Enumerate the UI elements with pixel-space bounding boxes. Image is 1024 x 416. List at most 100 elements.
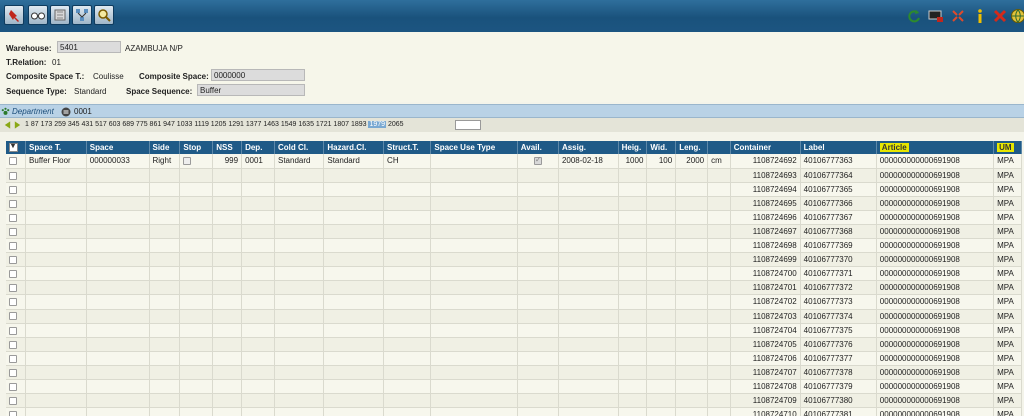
row-checkbox[interactable]	[6, 365, 27, 381]
row-checkbox[interactable]	[6, 266, 27, 282]
table-row[interactable]: 1108724694 40106777365 000000000000691908 M…	[6, 182, 1022, 197]
col-hazard-cl[interactable]: Hazard.Cl.	[323, 141, 385, 154]
page-list[interactable]: 1 87 173 259 345 431 517 603 689 775 861…	[25, 121, 404, 128]
cell-um: MPA	[993, 309, 1022, 324]
col-space-t[interactable]: Space T.	[25, 141, 87, 154]
table-row[interactable]: 1108724705 40106777376 000000000000691908 M…	[6, 337, 1022, 352]
col-container[interactable]: Container	[730, 141, 801, 154]
table-row[interactable]: 1108724708 40106777379 000000000000691908 M…	[6, 379, 1022, 395]
cell-label: 40106777379	[800, 379, 877, 395]
col-stop[interactable]: Stop	[179, 141, 214, 154]
current-page[interactable]: 1979	[368, 121, 387, 128]
table-row[interactable]: 1108724703 40106777374 000000000000691908 M…	[6, 309, 1022, 324]
select-all-checkbox[interactable]	[6, 141, 27, 154]
row-checkbox[interactable]	[6, 294, 27, 310]
table-row[interactable]: Buffer Floor 000000033 Right 999 0001 Standar…	[6, 154, 1022, 169]
table-row[interactable]: 1108724696 40106777367 000000000000691908 M…	[6, 210, 1022, 225]
table-row[interactable]: 1108724704 40106777375 000000000000691908 M…	[6, 323, 1022, 338]
composite-space-t-label: Composite Space T.:	[6, 72, 85, 81]
col-struct-t[interactable]: Struct.T.	[383, 141, 432, 154]
magnifier-icon[interactable]	[94, 5, 114, 25]
table-row[interactable]: 1108724700 40106777371 000000000000691908 M…	[6, 266, 1022, 282]
cell-space	[86, 309, 150, 324]
col-um[interactable]: UM	[993, 141, 1022, 154]
row-checkbox[interactable]	[6, 168, 27, 183]
col-nss[interactable]: NSS	[212, 141, 243, 154]
table-row[interactable]: 1108724695 40106777366 000000000000691908 M…	[6, 196, 1022, 211]
row-checkbox[interactable]	[6, 351, 27, 366]
row-checkbox[interactable]	[6, 196, 27, 211]
table-row[interactable]: 1108724693 40106777364 000000000000691908 M…	[6, 168, 1022, 183]
page-links-after[interactable]: 2065	[388, 121, 404, 128]
row-checkbox[interactable]	[6, 393, 27, 409]
cell-heig	[618, 294, 648, 310]
row-checkbox[interactable]	[6, 238, 27, 254]
glasses-icon[interactable]	[28, 5, 48, 25]
table-row[interactable]: 1108724697 40106777368 000000000000691908 M…	[6, 224, 1022, 240]
row-checkbox[interactable]	[6, 323, 27, 338]
table-row[interactable]: 1108724709 40106777380 000000000000691908 M…	[6, 393, 1022, 409]
col-leng[interactable]: Leng.	[675, 141, 709, 154]
col-heig[interactable]: Heig.	[618, 141, 648, 154]
table-row[interactable]: 1108724706 40106777377 000000000000691908 M…	[6, 351, 1022, 366]
page-jump-input[interactable]	[455, 120, 481, 130]
info-icon[interactable]	[970, 6, 990, 26]
row-checkbox[interactable]	[6, 309, 27, 324]
cell-wid	[646, 294, 677, 310]
table-row[interactable]: 1108724702 40106777373 000000000000691908 M…	[6, 294, 1022, 310]
col-dep[interactable]: Dep.	[241, 141, 275, 154]
cell-leng	[675, 407, 709, 416]
globe-icon[interactable]	[1008, 6, 1024, 26]
table-row[interactable]: 1108724698 40106777369 000000000000691908 M…	[6, 238, 1022, 254]
page-links-before[interactable]: 1 87 173 259 345 431 517 603 689 775 861…	[25, 121, 367, 128]
warehouse-field[interactable]: 5401	[57, 41, 121, 53]
cell-avail[interactable]	[517, 154, 559, 169]
row-checkbox[interactable]	[6, 280, 27, 296]
cell-hazard-cl: Standard	[323, 154, 385, 169]
col-article[interactable]: Article	[876, 141, 995, 154]
cell-space	[86, 294, 150, 310]
table-row[interactable]: 1108724699 40106777370 000000000000691908 M…	[6, 252, 1022, 268]
row-checkbox[interactable]	[6, 154, 27, 169]
composite-space-field[interactable]: 0000000	[211, 69, 305, 81]
network-icon[interactable]	[72, 5, 92, 25]
prev-page-icon[interactable]	[3, 120, 12, 132]
monitor-icon[interactable]	[926, 6, 946, 26]
cell-um: MPA	[993, 168, 1022, 183]
cell-stop[interactable]	[179, 154, 214, 169]
pin-icon[interactable]	[4, 5, 24, 25]
row-checkbox[interactable]	[6, 379, 27, 395]
department-toggle-icon[interactable]	[61, 107, 71, 117]
row-checkbox[interactable]	[6, 337, 27, 352]
cell-container: 1108724695	[730, 196, 801, 211]
expand-icon[interactable]	[948, 6, 968, 26]
cell-space-t	[25, 323, 87, 338]
row-checkbox[interactable]	[6, 252, 27, 268]
col-wid[interactable]: Wid.	[646, 141, 677, 154]
refresh-icon[interactable]	[904, 6, 924, 26]
table-row[interactable]: 1108724710 40106777381 000000000000691908 M…	[6, 407, 1022, 416]
space-sequence-field[interactable]: Buffer	[197, 84, 305, 96]
table-row[interactable]: 1108724701 40106777372 000000000000691908 M…	[6, 280, 1022, 296]
table-row[interactable]: 1108724707 40106777378 000000000000691908 M…	[6, 365, 1022, 381]
col-side[interactable]: Side	[149, 141, 181, 154]
col-cold-cl[interactable]: Cold Cl.	[274, 141, 325, 154]
col-assig[interactable]: Assig.	[558, 141, 619, 154]
next-page-icon[interactable]	[13, 120, 22, 132]
col-space-use-type[interactable]: Space Use Type	[430, 141, 518, 154]
row-checkbox[interactable]	[6, 210, 27, 225]
cell-space-use-type	[430, 294, 518, 310]
cell-side	[149, 196, 181, 211]
cell-leng	[675, 337, 709, 352]
cell-space	[86, 252, 150, 268]
row-checkbox[interactable]	[6, 407, 27, 416]
cell-assig	[558, 252, 619, 268]
col-label[interactable]: Label	[800, 141, 877, 154]
book-icon[interactable]	[50, 5, 70, 25]
cell-dep: 0001	[241, 154, 275, 169]
row-checkbox[interactable]	[6, 224, 27, 240]
col-space[interactable]: Space	[86, 141, 150, 154]
close-icon[interactable]	[990, 6, 1010, 26]
col-avail[interactable]: Avail.	[517, 141, 559, 154]
row-checkbox[interactable]	[6, 182, 27, 197]
